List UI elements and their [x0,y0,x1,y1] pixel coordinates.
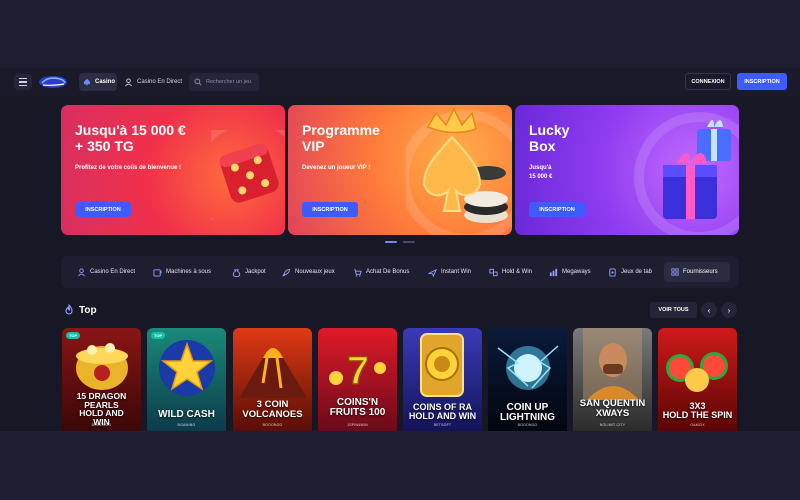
brand-logo[interactable] [38,74,68,90]
nav-live-casino[interactable]: Casino En Direct [124,73,182,91]
game-title: 15 DRAGON PEARLS HOLD AND WIN [76,391,127,427]
game-provider: BOOONGO [517,423,538,427]
svg-text:7: 7 [347,349,369,393]
game-title: 3X3 HOLD THE SPIN [662,401,733,420]
game-tile[interactable]: COIN UP LIGHTNING BOOONGO [488,328,567,431]
game-provider: GAMZIX [690,423,705,427]
game-provider: BETSOFT [433,423,452,427]
banner-title: Programme VIP [302,122,380,154]
game-title: WILD CASH [158,409,215,420]
login-button[interactable]: CONNEXION [685,73,731,90]
top-navigation-bar [0,68,800,96]
cart-icon [353,268,362,277]
top-badge: TOP [151,332,166,339]
dealer-icon [124,77,133,86]
game-title: COIN UP LIGHTNING [500,402,555,423]
chevron-right-icon[interactable]: › [721,302,737,318]
category-megaways[interactable]: Megaways [549,256,591,288]
category-label: Fournisseurs [683,269,718,275]
top-badge: TOP [66,332,81,339]
carousel-dot[interactable] [403,241,415,243]
category-label: Casino En Direct [90,269,136,275]
game-provider: NOLIMIT CITY [599,423,626,427]
game-title: 3 COIN VOLCANOES [242,399,303,420]
spade-icon [83,78,91,86]
promo-banner-vip[interactable]: Programme VIP Devenez un joueur VIP ! IN… [288,105,512,235]
category-label: Achat De Bonus [366,269,410,275]
game-tile[interactable]: COINS OF RA HOLD AND WIN BETSOFT [403,328,482,431]
banner-title: Jusqu'à 15 000 € + 350 TG [75,122,186,154]
game-provider: BOOONGO [91,423,112,427]
section-title-label: Top [79,304,97,316]
game-provider: 1SPIN4WIN [347,423,368,427]
chevron-left-icon[interactable]: ‹ [701,302,717,318]
banner-title: Lucky Box [529,122,570,154]
banner-signup-button[interactable]: INSCRIPTION [529,202,585,217]
nav-casino[interactable]: Casino [79,73,117,91]
category-instant-win[interactable]: Instant Win [428,256,471,288]
category-bonus-buy[interactable]: Achat De Bonus [353,256,409,288]
category-jackpot[interactable]: Jackpot [232,256,266,288]
dealer-icon [77,267,86,276]
category-hold-win[interactable]: Hold & Win [489,256,532,288]
section-title-top: Top [64,304,97,316]
search-placeholder: Rechercher un jeu [206,79,251,85]
game-tile[interactable]: 3 COIN VOLCANOES BOOONGO [233,328,312,431]
game-provider: BGAMING [177,423,196,427]
category-label: Nouveaux jeux [295,269,335,275]
grid-icon [671,268,679,276]
category-label: Instant Win [441,269,472,275]
category-label: Jeux de tab [621,269,653,275]
slot-machine-icon [153,268,162,277]
category-providers[interactable]: Fournisseurs [664,262,730,282]
banner-signup-button[interactable]: INSCRIPTION [75,202,131,217]
category-label: Hold & Win [502,269,533,275]
hamburger-menu-icon[interactable] [14,74,32,90]
gift-boxes-illustration [634,112,739,235]
category-table-games[interactable]: Jeux de tab [608,256,652,288]
plane-icon [428,268,437,277]
game-tile[interactable]: 3X3 HOLD THE SPIN GAMZIX [658,328,737,431]
nav-casino-label: Casino [95,79,116,85]
banner-subtitle: Profitez de votre colis de bienvenue ! [75,165,182,171]
game-provider: BOOONGO [262,423,283,427]
category-slots[interactable]: Machines à sous [153,256,211,288]
money-bag-icon [232,268,241,277]
flame-icon [65,304,73,315]
carousel-dots [385,241,415,243]
hold-win-icon [489,268,498,276]
promo-banner-lucky-box[interactable]: Lucky Box Jusqu'à 15 000 € INSCRIPTION [515,105,739,235]
dice-illustration [211,130,285,220]
game-tile[interactable]: 7 COINS'N FRUITS 100 1SPIN4WIN [318,328,397,431]
category-label: Megaways [562,269,591,275]
signup-button[interactable]: INSCRIPTION [737,73,787,90]
carousel-dot[interactable] [385,241,397,243]
category-bar: Casino En Direct Machines à sous Jackpot… [61,256,739,288]
banner-subtitle: Devenez un joueur VIP ! [302,165,371,171]
category-label: Jackpot [245,269,266,275]
banner-signup-button[interactable]: INSCRIPTION [302,202,358,217]
game-tile[interactable]: TOP WILD CASH BGAMING [147,328,226,431]
category-label: Machines à sous [166,269,212,275]
category-live-casino[interactable]: Casino En Direct [77,256,135,288]
nav-live-casino-label: Casino En Direct [137,79,183,85]
view-all-button[interactable]: VOIR TOUS [650,302,697,318]
game-tile[interactable]: SAN QUENTIN XWAYS NOLIMIT CITY [573,328,652,431]
game-title: COINS OF RA HOLD AND WIN [408,402,477,421]
category-new-games[interactable]: Nouveaux jeux [282,256,335,288]
rocket-icon [282,268,291,276]
table-games-icon [609,267,616,277]
banner-subtitle: Jusqu'à 15 000 € [529,165,553,180]
megaways-icon [549,268,558,276]
vip-spade-crown-illustration [406,107,512,235]
game-tile[interactable]: TOP 15 DRAGON PEARLS HOLD AND WIN BOOONG… [62,328,141,431]
search-input[interactable]: Rechercher un jeu [189,73,259,91]
game-title: COINS'N FRUITS 100 [329,397,386,418]
game-title: SAN QUENTIN XWAYS [579,398,646,419]
search-icon [194,78,202,86]
promo-banner-welcome[interactable]: Jusqu'à 15 000 € + 350 TG Profitez de vo… [61,105,285,235]
